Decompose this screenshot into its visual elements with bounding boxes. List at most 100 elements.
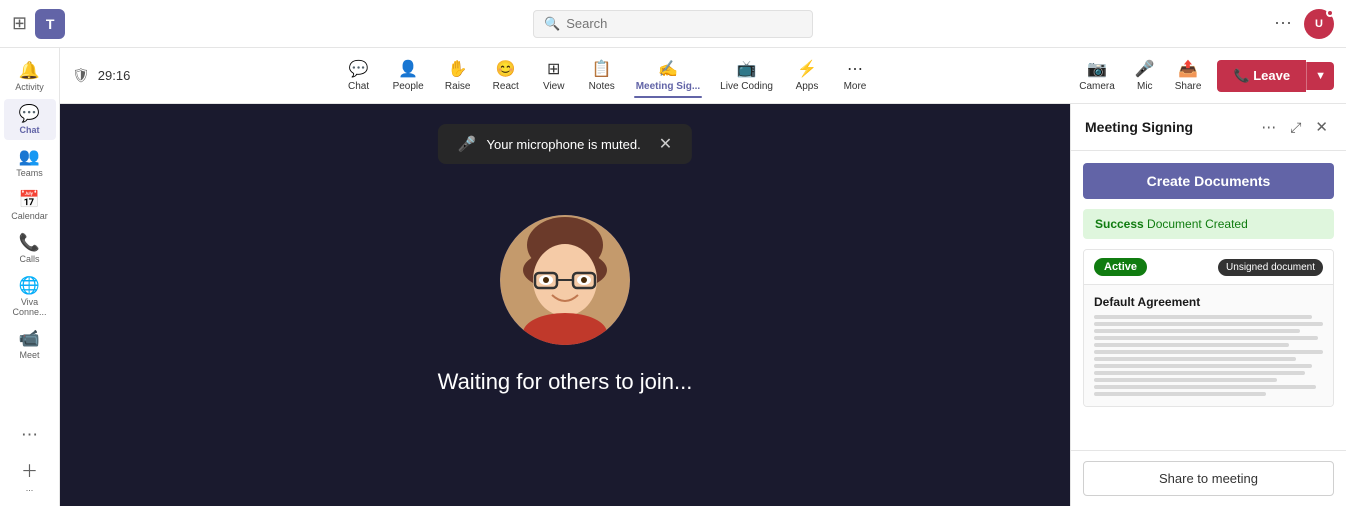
more-options-button[interactable]: ⋯ — [1270, 9, 1296, 38]
main-content: 🛡 29:16 💬 Chat 👤 People ✋ Raise — [60, 48, 1346, 506]
unsigned-badge: Unsigned document — [1218, 259, 1323, 276]
sidebar-item-calendar[interactable]: 📅 Calendar — [4, 185, 56, 226]
nav-item-apps[interactable]: ⚡ Apps — [783, 53, 831, 98]
sidebar: 🔔 Activity 💬 Chat 👥 Teams 📅 Calendar 📞 C… — [0, 48, 60, 506]
success-banner: Success Document Created — [1083, 209, 1334, 239]
sidebar-item-label: Activity — [15, 82, 44, 92]
panel-footer: Share to meeting — [1071, 450, 1346, 506]
user-avatar[interactable]: U — [1304, 9, 1334, 39]
doc-preview[interactable]: Default Agreement — [1084, 284, 1333, 406]
doc-line — [1094, 378, 1277, 382]
doc-line — [1094, 371, 1305, 375]
shield-icon: 🛡 — [72, 67, 90, 84]
nav-item-notes[interactable]: 📋 Notes — [578, 53, 626, 98]
mic-icon: 🎤 — [1135, 59, 1155, 79]
sidebar-item-label: Chat — [20, 125, 40, 135]
call-controls: 📷 Camera 🎤 Mic 📤 Share 📞 Leave ▼ — [1071, 53, 1334, 98]
panel-body: Create Documents Success Document Create… — [1071, 151, 1346, 450]
global-right-controls: ⋯ U — [1270, 9, 1334, 39]
sidebar-item-activity[interactable]: 🔔 Activity — [4, 56, 56, 97]
doc-status-bar: Active Unsigned document — [1084, 250, 1333, 284]
sidebar-item-label: Teams — [16, 168, 43, 178]
nav-item-react[interactable]: 😊 React — [482, 53, 530, 98]
panel-more-button[interactable]: ⋯ — [1257, 116, 1280, 138]
sidebar-item-label: Calendar — [11, 211, 48, 221]
apps-icon: ＋ — [21, 457, 38, 482]
sidebar-item-meet[interactable]: 📹 Meet — [4, 324, 56, 365]
nav-item-chat[interactable]: 💬 Chat — [335, 53, 383, 98]
nav-item-live-coding[interactable]: 📺 Live Coding — [710, 53, 783, 98]
react-nav-icon: 😊 — [496, 59, 516, 79]
chat-icon: 💬 — [19, 104, 40, 124]
nav-item-more[interactable]: ⋯ More — [831, 53, 879, 98]
nav-item-label: People — [393, 81, 424, 92]
sidebar-item-calls[interactable]: 📞 Calls — [4, 228, 56, 269]
nav-item-label: React — [493, 81, 519, 92]
sidebar-item-chat[interactable]: 💬 Chat — [4, 99, 56, 140]
share-icon: 📤 — [1178, 59, 1198, 79]
global-search-bar[interactable]: 🔍 — [533, 10, 813, 38]
document-created-text: Document Created — [1147, 217, 1248, 231]
status-dot — [1326, 9, 1334, 17]
mute-text: Your microphone is muted. — [487, 137, 641, 152]
sidebar-more-button[interactable]: ⋯ — [4, 420, 56, 450]
nav-item-meeting-signing[interactable]: ✍ Meeting Sig... — [626, 53, 710, 98]
doc-title: Default Agreement — [1094, 295, 1323, 309]
notes-nav-icon: 📋 — [592, 59, 612, 79]
doc-line — [1094, 343, 1289, 347]
signing-panel: Meeting Signing ⋯ ⤢ ✕ Create Documents S… — [1070, 104, 1346, 506]
doc-line — [1094, 392, 1266, 396]
grid-menu-button[interactable]: ⊞ — [12, 13, 27, 34]
doc-line — [1094, 350, 1323, 354]
search-input[interactable] — [566, 16, 802, 31]
sidebar-item-label: Meet — [19, 350, 39, 360]
doc-line — [1094, 315, 1312, 319]
doc-line — [1094, 322, 1323, 326]
nav-item-raise[interactable]: ✋ Raise — [434, 53, 482, 98]
search-icon: 🔍 — [544, 16, 560, 32]
leave-dropdown-button[interactable]: ▼ — [1306, 62, 1334, 90]
camera-label: Camera — [1079, 81, 1115, 92]
status-active-badge: Active — [1094, 258, 1147, 276]
mute-close-button[interactable]: ✕ — [659, 134, 672, 154]
success-label: Success — [1095, 217, 1144, 231]
mic-control[interactable]: 🎤 Mic — [1127, 53, 1163, 98]
nav-item-view[interactable]: ⊞ View — [530, 53, 578, 98]
nav-item-label: Meeting Sig... — [636, 81, 700, 92]
camera-control[interactable]: 📷 Camera — [1071, 53, 1123, 98]
people-nav-icon: 👤 — [398, 59, 418, 79]
sidebar-item-teams[interactable]: 👥 Teams — [4, 142, 56, 183]
panel-header: Meeting Signing ⋯ ⤢ ✕ — [1071, 104, 1346, 151]
signing-nav-icon: ✍ — [658, 59, 678, 79]
panel-close-button[interactable]: ✕ — [1311, 116, 1332, 138]
nav-item-people[interactable]: 👤 People — [383, 53, 434, 98]
sidebar-item-apps[interactable]: ＋ ... — [4, 452, 56, 498]
sidebar-item-viva[interactable]: 🌐 Viva Conne... — [4, 271, 56, 322]
doc-text-lines — [1094, 315, 1323, 396]
nav-item-label: Notes — [589, 81, 615, 92]
doc-line — [1094, 357, 1296, 361]
doc-line — [1094, 329, 1300, 333]
teams-icon: 👥 — [19, 147, 40, 167]
meet-icon: 📹 — [19, 329, 40, 349]
nav-item-label: Apps — [796, 81, 819, 92]
document-section: Active Unsigned document Default Agreeme… — [1083, 249, 1334, 407]
video-area: 🎤 Your microphone is muted. ✕ — [60, 104, 1070, 506]
raise-nav-icon: ✋ — [448, 59, 468, 79]
nav-item-label: Live Coding — [720, 81, 773, 92]
share-to-meeting-button[interactable]: Share to meeting — [1083, 461, 1334, 496]
doc-line — [1094, 385, 1316, 389]
mute-notification: 🎤 Your microphone is muted. ✕ — [438, 124, 692, 164]
share-control[interactable]: 📤 Share — [1167, 53, 1210, 98]
muted-mic-icon: 🎤 — [458, 135, 477, 153]
create-documents-button[interactable]: Create Documents — [1083, 163, 1334, 199]
panel-title: Meeting Signing — [1085, 119, 1251, 135]
sidebar-item-label: Viva Conne... — [8, 297, 52, 317]
panel-expand-button[interactable]: ⤢ — [1286, 117, 1305, 138]
calendar-icon: 📅 — [19, 190, 40, 210]
nav-item-label: View — [543, 81, 565, 92]
leave-button[interactable]: 📞 Leave — [1217, 60, 1306, 92]
more-nav-icon: ⋯ — [847, 59, 863, 79]
doc-line — [1094, 364, 1312, 368]
viva-icon: 🌐 — [19, 276, 40, 296]
